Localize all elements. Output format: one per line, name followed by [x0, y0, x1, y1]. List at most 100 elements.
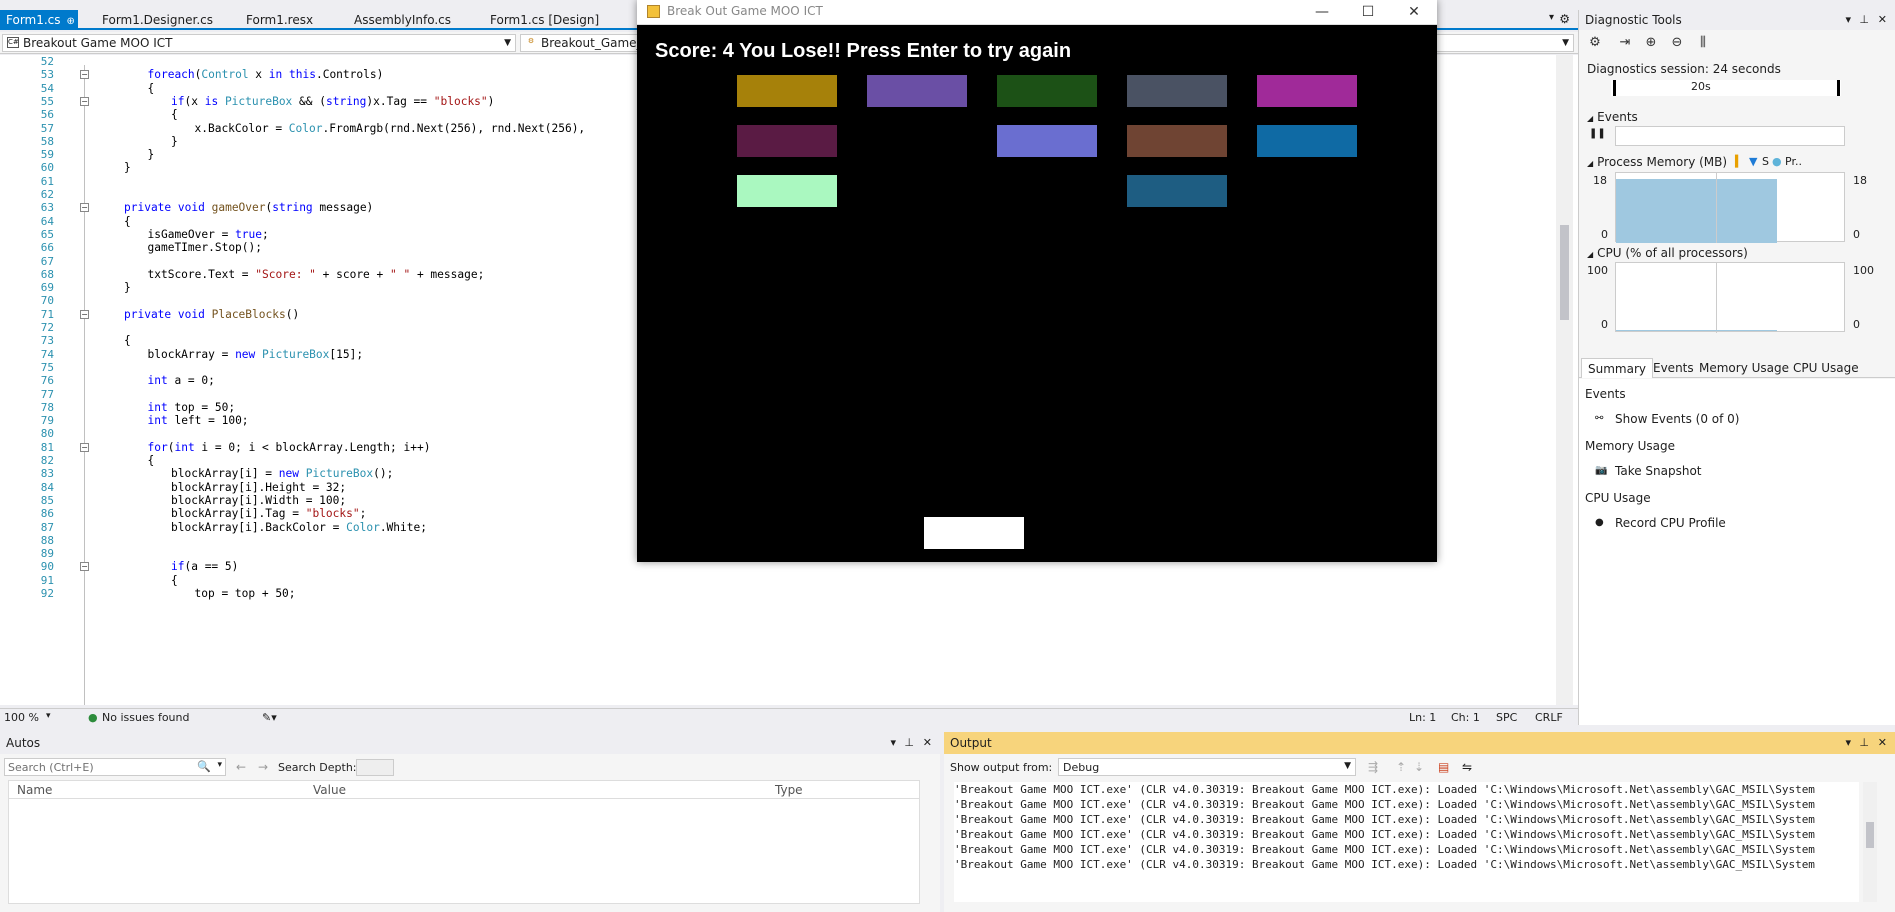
- zoom-in-icon[interactable]: ⊕: [1641, 34, 1661, 52]
- output-text[interactable]: 'Breakout Game MOO ICT.exe' (CLR v4.0.30…: [954, 782, 1859, 902]
- cpu-graph[interactable]: [1615, 262, 1845, 333]
- settings-icon[interactable]: ⚙: [1585, 34, 1605, 52]
- search-icon[interactable]: 🔍: [197, 760, 211, 773]
- output-line: 'Breakout Game MOO ICT.exe' (CLR v4.0.30…: [954, 858, 1815, 871]
- cleanup-icon[interactable]: ✎▾: [262, 711, 277, 724]
- whitespace-mode[interactable]: SPC: [1496, 711, 1517, 724]
- tab-label: Form1.resx: [246, 13, 314, 27]
- show-events-link[interactable]: ⚯ Show Events (0 of 0): [1595, 412, 1739, 426]
- code-line: int left = 100;: [147, 414, 249, 428]
- events-track: [1615, 126, 1845, 146]
- chevron-down-icon[interactable]: ▾: [1845, 10, 1851, 30]
- graph-gridline: [1716, 173, 1717, 243]
- diagnostic-tools-panel: Diagnostic Tools ▾ ⊥ ✕ ⚙ ⇥ ⊕ ⊖ ⫼ Diagnos…: [1578, 10, 1895, 725]
- reset-view-icon[interactable]: ⫼: [1693, 34, 1713, 52]
- tab-assemblyinfo[interactable]: AssemblyInfo.cs: [348, 10, 478, 30]
- close-icon[interactable]: ✕: [1878, 10, 1887, 30]
- collapse-icon[interactable]: −: [80, 96, 89, 106]
- record-cpu-profile-button[interactable]: ● Record CPU Profile: [1595, 516, 1726, 530]
- column-value[interactable]: Value: [313, 783, 346, 797]
- scrollbar-thumb[interactable]: [1560, 225, 1569, 320]
- tab-form1-designer[interactable]: Form1.Designer.cs: [96, 10, 226, 30]
- prev-message-icon[interactable]: ⇡: [1396, 760, 1406, 774]
- line-ending[interactable]: CRLF: [1535, 711, 1563, 724]
- tab-memory-usage[interactable]: Memory Usage: [1693, 358, 1795, 378]
- tab-cpu-usage[interactable]: CPU Usage: [1787, 358, 1865, 378]
- memory-graph[interactable]: [1615, 172, 1845, 243]
- autos-search-box[interactable]: Search (Ctrl+E) 🔍 ▾: [4, 758, 226, 776]
- zoom-level[interactable]: 100 %: [4, 711, 39, 724]
- pin-icon[interactable]: ⊥: [1859, 732, 1869, 754]
- issues-status[interactable]: No issues found: [102, 711, 189, 724]
- collapse-icon[interactable]: −: [80, 442, 89, 452]
- clear-all-icon[interactable]: ▤: [1438, 760, 1449, 774]
- scrollbar-thumb[interactable]: [1866, 822, 1874, 848]
- pause-icon[interactable]: ❚❚: [1589, 128, 1606, 139]
- tab-events[interactable]: Events: [1647, 358, 1700, 378]
- next-message-icon[interactable]: ⇣: [1414, 760, 1424, 774]
- back-arrow-icon[interactable]: ←: [236, 760, 246, 774]
- timeline-start-marker[interactable]: [1613, 80, 1616, 96]
- chevron-down-icon[interactable]: ▾: [890, 732, 896, 754]
- maximize-button[interactable]: ☐: [1345, 0, 1391, 25]
- zoom-out-icon[interactable]: ⊖: [1667, 34, 1687, 52]
- line-number: 57: [40, 121, 54, 135]
- editor-vertical-scrollbar[interactable]: [1556, 55, 1573, 705]
- close-icon[interactable]: ✕: [1878, 732, 1887, 754]
- events-section[interactable]: ◢ Events: [1587, 110, 1638, 124]
- tab-form1-cs[interactable]: Form1.cs ⊕ ✕: [0, 10, 78, 30]
- process-memory-section[interactable]: ◢ Process Memory (MB): [1587, 155, 1727, 169]
- code-line: top = top + 50;: [194, 587, 296, 600]
- chevron-down-icon[interactable]: ▾: [217, 760, 222, 770]
- search-depth-dropdown[interactable]: [356, 759, 394, 776]
- line-number: 81: [40, 440, 54, 454]
- output-vertical-scrollbar[interactable]: [1863, 782, 1877, 902]
- minimize-button[interactable]: —: [1299, 0, 1345, 25]
- project-dropdown[interactable]: C# Breakout Game MOO ICT ▼: [2, 34, 516, 52]
- cpu-section[interactable]: ◢ CPU (% of all processors): [1587, 246, 1748, 260]
- output-source-dropdown[interactable]: Debug ▼: [1058, 758, 1356, 776]
- settings-icon[interactable]: ⚙: [1559, 12, 1570, 26]
- word-wrap-icon[interactable]: ⇋: [1462, 760, 1472, 774]
- output-panel: Output ▾ ⊥ ✕ Show output from: Debug ▼ ⇶…: [944, 732, 1895, 912]
- output-line: 'Breakout Game MOO ICT.exe' (CLR v4.0.30…: [954, 828, 1815, 841]
- game-block: [1257, 125, 1357, 157]
- line-number: 69: [40, 281, 54, 295]
- output-line: 'Breakout Game MOO ICT.exe' (CLR v4.0.30…: [954, 813, 1815, 826]
- forward-arrow-icon[interactable]: →: [258, 760, 268, 774]
- export-icon[interactable]: ⇥: [1615, 34, 1635, 52]
- collapse-icon[interactable]: −: [80, 203, 89, 213]
- column-type[interactable]: Type: [775, 783, 803, 797]
- chevron-down-icon[interactable]: ▾: [46, 711, 51, 721]
- game-window[interactable]: Break Out Game MOO ICT — ☐ ✕ Score: 4 Yo…: [637, 0, 1437, 562]
- timeline-ruler[interactable]: 20s: [1611, 80, 1841, 96]
- collapse-icon[interactable]: −: [80, 562, 89, 572]
- close-button[interactable]: ✕: [1391, 0, 1437, 25]
- close-icon[interactable]: ✕: [923, 732, 932, 754]
- pin-icon[interactable]: ⊥: [1859, 10, 1869, 30]
- tab-form1-resx[interactable]: Form1.resx: [240, 10, 340, 30]
- close-icon[interactable]: ⊕ ✕: [67, 16, 78, 27]
- find-message-icon[interactable]: ⇶: [1368, 760, 1378, 774]
- column-name[interactable]: Name: [17, 783, 52, 797]
- line-number: 89: [40, 547, 54, 561]
- collapse-icon[interactable]: −: [80, 70, 89, 80]
- collapse-icon[interactable]: −: [80, 309, 89, 319]
- game-title-bar[interactable]: Break Out Game MOO ICT — ☐ ✕: [637, 0, 1437, 25]
- autos-grid[interactable]: Name Value Type: [8, 780, 920, 904]
- tab-summary[interactable]: Summary: [1581, 358, 1653, 378]
- game-block: [997, 125, 1097, 157]
- tab-form1-design[interactable]: Form1.cs [Design]: [484, 10, 624, 30]
- line-number: 74: [40, 347, 54, 361]
- timeline-end-marker[interactable]: [1837, 80, 1840, 96]
- code-line: int a = 0;: [147, 374, 215, 388]
- cpu-min-left: 0: [1601, 318, 1608, 331]
- take-snapshot-button[interactable]: 📷 Take Snapshot: [1595, 464, 1702, 478]
- take-snapshot-label: Take Snapshot: [1615, 464, 1702, 478]
- line-number: 87: [40, 520, 54, 534]
- pin-icon[interactable]: ⊥: [904, 732, 914, 754]
- code-line: }: [124, 161, 131, 175]
- tab-overflow-icon[interactable]: ▾: [1549, 12, 1554, 23]
- chevron-down-icon[interactable]: ▾: [1845, 732, 1851, 754]
- events-icon: ⚯: [1595, 413, 1604, 424]
